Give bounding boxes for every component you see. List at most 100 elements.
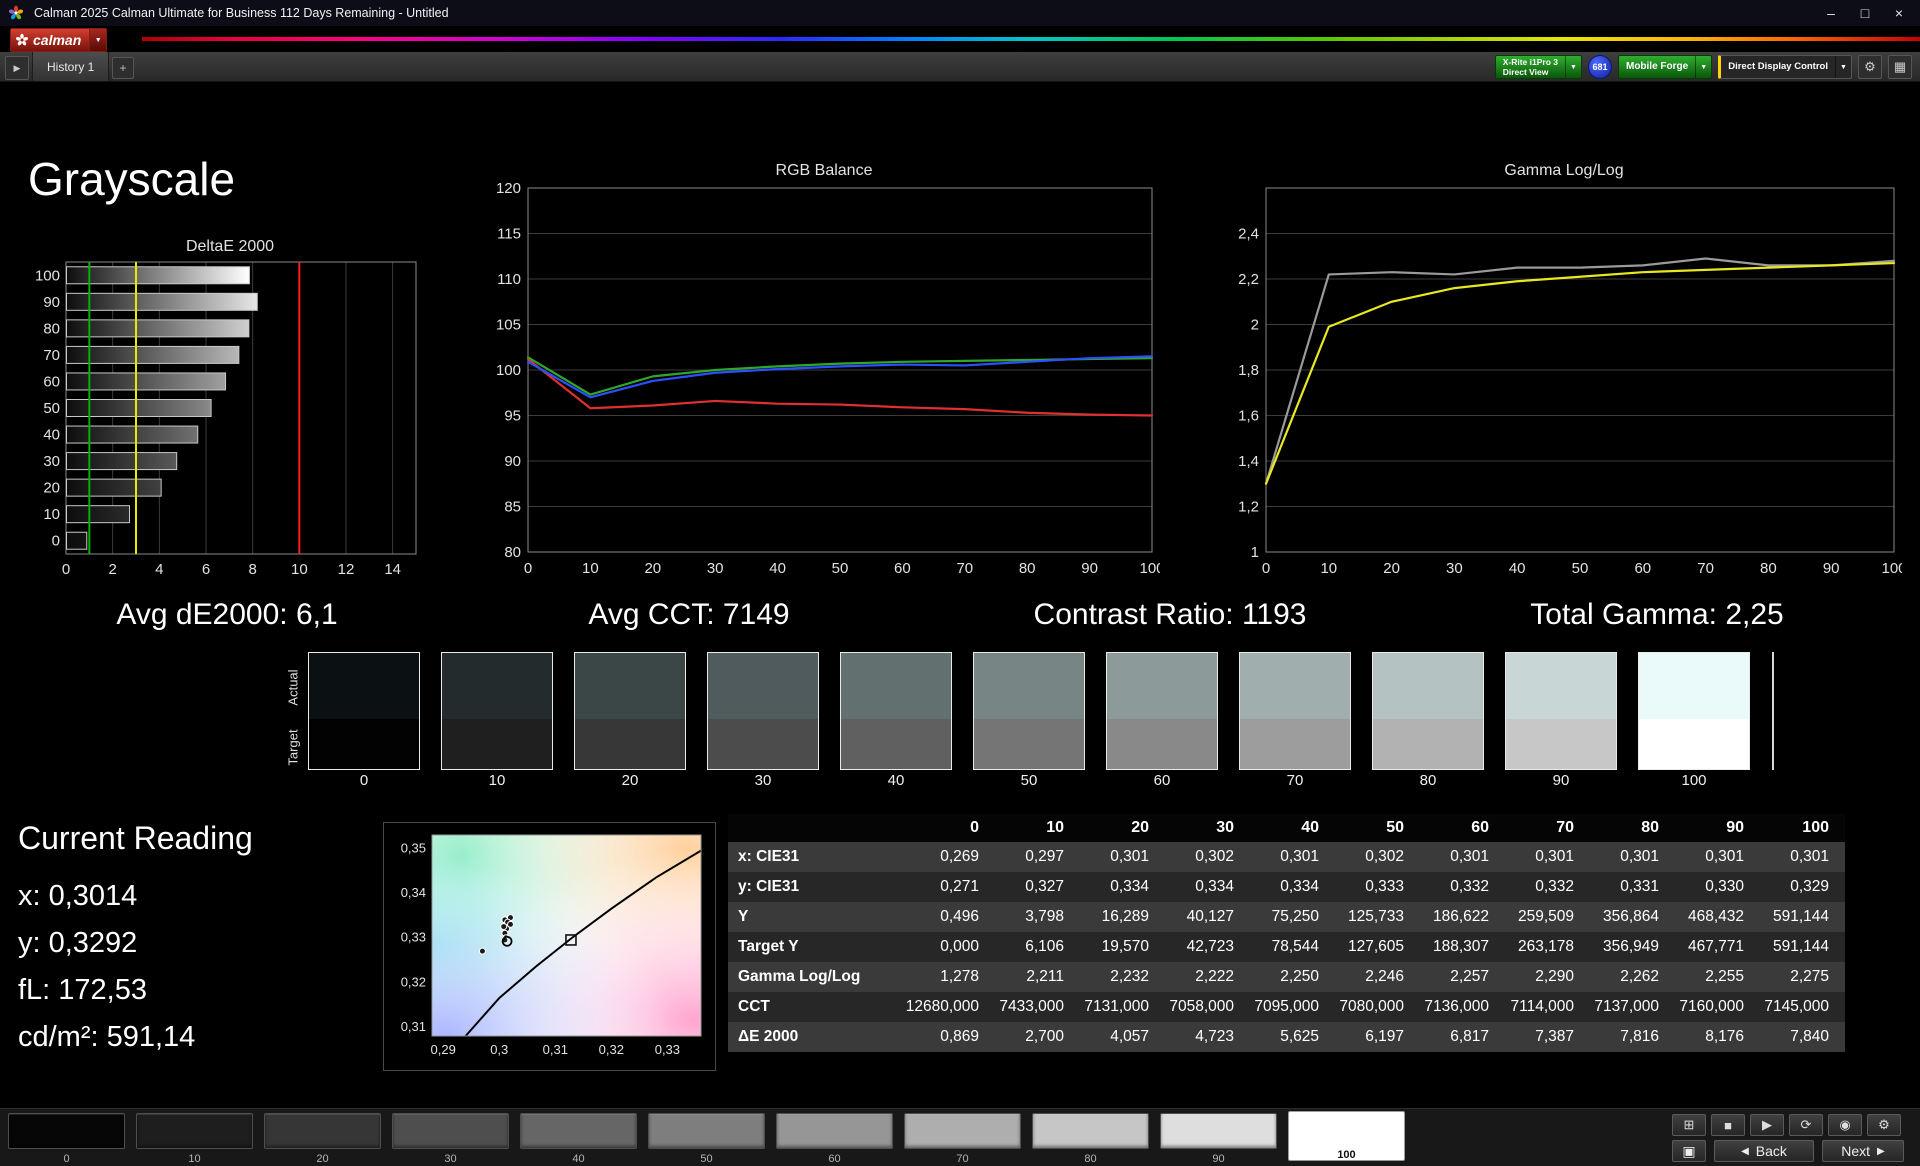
grayscale-swatch-80 [1372,652,1484,770]
pattern-level-button-20[interactable] [264,1113,381,1149]
display-control-label: Direct Display Control [1728,61,1828,73]
swatch-target [1107,719,1217,769]
display-layout-button[interactable]: ▦ [1888,55,1912,79]
deltae-chart-plot: 100 90 80 70 60 50 40 30 20 10 0 0 2 4 6 8 10 12 14 [30,258,430,584]
pattern-window-icon[interactable]: ⊞ [1672,1114,1706,1136]
deltae-2000-chart-panel: DeltaE 2000 100 90 80 70 60 50 40 30 20 10 0 0 2 4 6 8 1… [30,236,430,586]
settings-gear-button[interactable]: ⚙ [1858,55,1882,79]
svg-text:100: 100 [1881,560,1902,577]
table-cell: 0,869 [910,1022,995,1052]
pattern-level-button-60[interactable] [776,1113,893,1149]
pattern-level-label: 70 [956,1153,969,1165]
svg-text:0,34: 0,34 [401,885,426,900]
table-cell: 7145,000 [1760,992,1845,1022]
pattern-level-label: 100 [1337,1149,1356,1161]
calman-menu-dropdown[interactable]: ▼ [89,29,107,51]
table-cell: 186,622 [1420,902,1505,932]
table-cell: 2,222 [1165,962,1250,992]
pattern-level-label: 10 [188,1153,201,1165]
table-cell: 0,496 [910,902,995,932]
close-button[interactable]: × [1882,0,1916,26]
svg-text:80: 80 [1760,560,1777,577]
table-cell: 8,176 [1675,1022,1760,1052]
table-cell: 0,301 [1675,842,1760,872]
refresh-icon[interactable]: ⟳ [1789,1114,1823,1136]
table-cell: 591,144 [1760,932,1845,962]
pattern-level-button-40[interactable] [520,1113,637,1149]
pattern-level-button-70[interactable] [904,1113,1021,1149]
pattern-level-button-10[interactable] [136,1113,253,1149]
svg-text:12: 12 [338,561,355,578]
svg-text:0: 0 [52,533,60,550]
svg-text:2: 2 [1251,317,1259,334]
table-header-50: 50 [1335,814,1420,842]
strip-divider [1772,652,1774,770]
svg-text:50: 50 [43,400,60,417]
back-button[interactable]: ◀ Back [1714,1140,1814,1162]
swatch-actual [841,653,951,719]
table-cell: 0,330 [1675,872,1760,902]
table-cell: 7136,000 [1420,992,1505,1022]
stat-contrast-ratio: Contrast Ratio: 1193 [1033,598,1307,631]
table-header-30: 30 [1165,814,1250,842]
table-cell: 78,544 [1250,932,1335,962]
table-cell: 0,334 [1165,872,1250,902]
grayscale-swatch-70 [1239,652,1351,770]
pattern-level-button-80[interactable] [1032,1113,1149,1149]
svg-text:100: 100 [1139,560,1160,577]
calman-logo-button[interactable]: calman ▼ [10,28,108,52]
table-cell: 7433,000 [995,992,1080,1022]
reading-cdm2: cd/m²: 591,14 [18,1021,196,1053]
source-selector-button[interactable]: Mobile Forge ▼ [1617,55,1713,79]
source-name: Mobile Forge [1625,61,1689,72]
svg-text:0: 0 [62,561,70,578]
window-titlebar: Calman 2025 Calman Ultimate for Business… [0,0,1920,26]
pattern-level-button-0[interactable] [8,1113,125,1149]
settings-icon[interactable]: ⚙ [1867,1114,1901,1136]
display-control-dropdown-icon[interactable]: ▼ [1835,56,1851,78]
display-control-button[interactable]: Direct Display Control ▼ [1718,55,1852,79]
table-header-100: 100 [1760,814,1845,842]
table-header-40: 40 [1250,814,1335,842]
svg-text:0: 0 [524,560,532,577]
pattern-level-button-30[interactable] [392,1113,509,1149]
svg-text:8: 8 [248,561,256,578]
tab-history-1[interactable]: History 1 [32,52,110,81]
table-cell: 7,840 [1760,1022,1845,1052]
next-button[interactable]: Next ▶ [1822,1140,1904,1162]
history-expand-button[interactable]: ▶ [5,56,29,80]
svg-text:10: 10 [291,561,308,578]
pattern-level-label: 0 [63,1153,70,1165]
fullscreen-button[interactable]: ▣ [1672,1140,1706,1162]
swatch-actual [1373,653,1483,719]
svg-text:2,4: 2,4 [1238,226,1259,243]
rgb-balance-chart-title: RGB Balance [775,162,873,179]
pattern-control-bar: ⊞ ■ ▶ ⟳ ◉ ⚙ ▣ ◀ Back Next ▶ 0 10 20 30 40 50 60 70 80… [0,1108,1920,1166]
minimize-button[interactable]: – [1814,0,1848,26]
pattern-level-label: 60 [828,1153,841,1165]
swatch-target [1506,719,1616,769]
svg-text:0,33: 0,33 [655,1042,680,1057]
add-tab-button[interactable]: + [112,57,134,79]
play-icon[interactable]: ▶ [1750,1114,1784,1136]
table-cell: 0,301 [1590,842,1675,872]
swatch-level-label: 90 [1552,772,1570,789]
svg-text:1,4: 1,4 [1238,453,1259,470]
table-cell: 127,605 [1335,932,1420,962]
pattern-level-button-90[interactable] [1160,1113,1277,1149]
table-row-label: CCT [728,992,910,1022]
svg-text:115: 115 [497,226,521,243]
maximize-button[interactable]: □ [1848,0,1882,26]
meter-dropdown-icon[interactable]: ▼ [1564,56,1581,78]
table-cell: 5,625 [1250,1022,1335,1052]
svg-text:20: 20 [644,560,661,577]
rainbow-spectrum-bar [142,37,1920,41]
stop-icon[interactable]: ■ [1711,1114,1745,1136]
meter-selector-button[interactable]: X-Rite i1Pro 3 Direct View ▼ [1494,55,1582,79]
table-cell: 6,106 [995,932,1080,962]
source-dropdown-icon[interactable]: ▼ [1695,56,1711,78]
table-row-label: y: CIE31 [728,872,910,902]
pattern-level-button-50[interactable] [648,1113,765,1149]
record-icon[interactable]: ◉ [1828,1114,1862,1136]
swatch-actual [575,653,685,719]
